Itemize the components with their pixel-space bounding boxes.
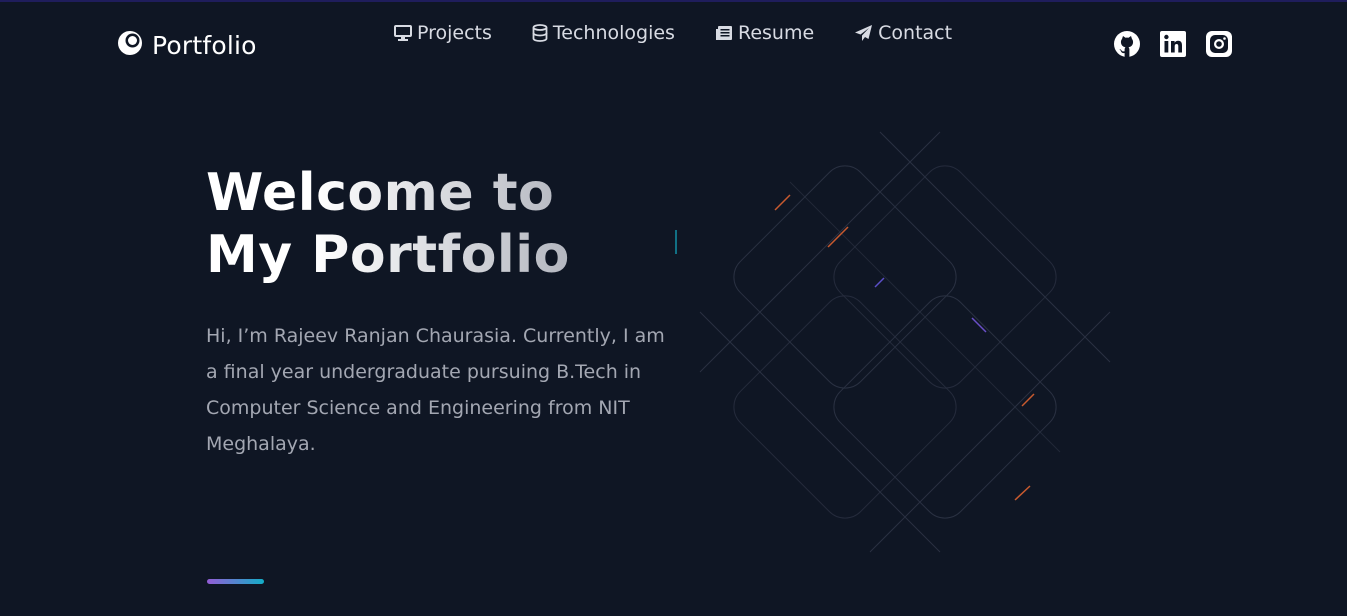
logo-text: Portfolio [152, 30, 257, 60]
hero-description: Hi, I’m Rajeev Ranjan Chaurasia. Current… [206, 325, 665, 455]
accent-divider [207, 579, 264, 584]
nav-projects-label: Projects [417, 22, 492, 44]
hero-title-line2: My Portfolio [206, 225, 570, 285]
github-link[interactable] [1113, 30, 1141, 58]
social-links [1113, 30, 1233, 58]
nav-technologies-label: Technologies [552, 22, 675, 44]
newspaper-icon [715, 26, 732, 40]
main-nav: Projects Technologies Resume Contact [394, 22, 952, 44]
linkedin-link[interactable] [1159, 30, 1187, 58]
linkedin-icon [1160, 31, 1186, 57]
logo-icon [117, 30, 143, 60]
database-icon [532, 24, 548, 42]
background-lines-graphic [675, 131, 1111, 553]
page: Portfolio Projects Technologies Resume C… [0, 0, 1347, 616]
hero-title: Welcome to My Portfolio [206, 162, 570, 286]
nav-technologies[interactable]: Technologies [532, 22, 675, 44]
nav-contact-label: Contact [878, 22, 953, 44]
hero-title-line1: Welcome to [206, 163, 555, 223]
instagram-link[interactable] [1205, 30, 1233, 58]
logo-link[interactable]: Portfolio [117, 30, 257, 60]
nav-resume[interactable]: Resume [715, 22, 814, 44]
monitor-icon [394, 25, 412, 41]
nav-contact[interactable]: Contact [854, 22, 952, 44]
nav-projects[interactable]: Projects [394, 22, 492, 44]
github-icon [1114, 31, 1140, 57]
paper-plane-icon [855, 25, 873, 41]
nav-resume-label: Resume [737, 22, 815, 44]
instagram-icon [1206, 31, 1232, 57]
